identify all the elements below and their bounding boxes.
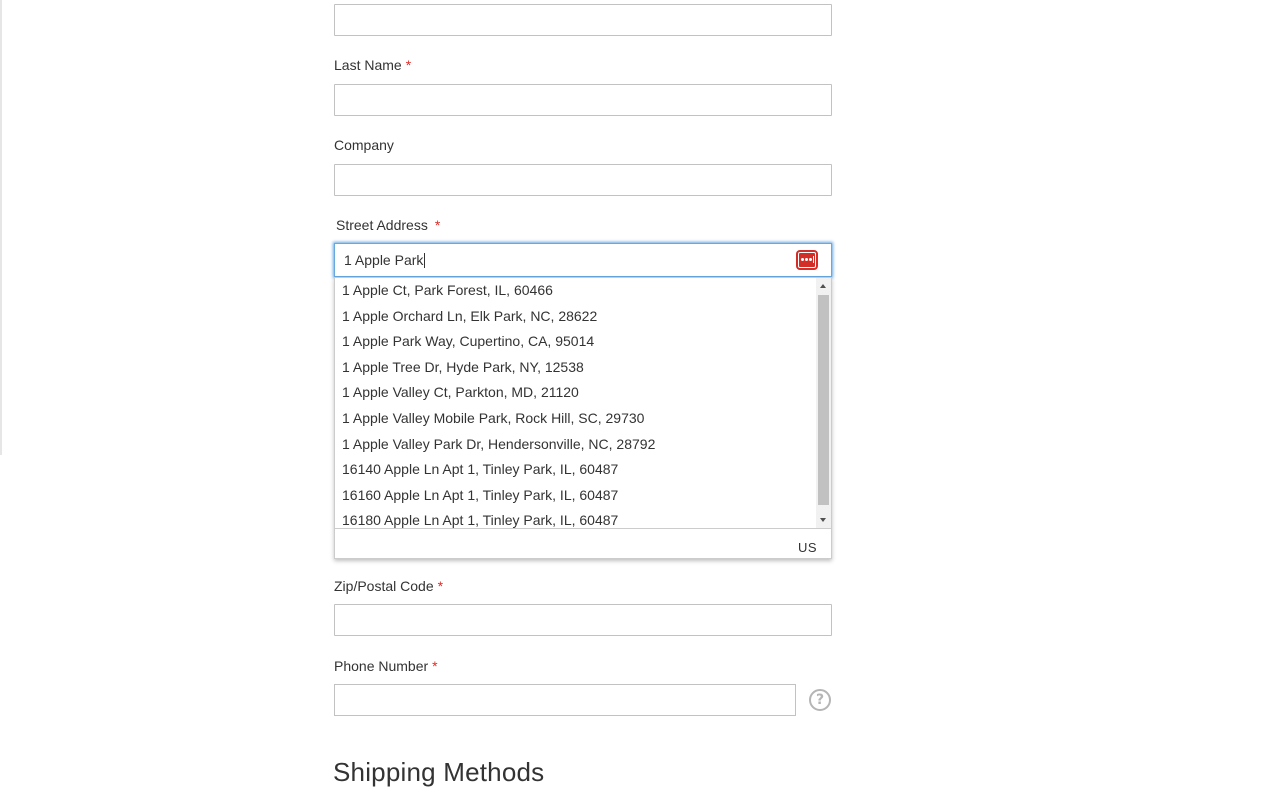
street-address-label: Street Address * (336, 217, 440, 233)
zip-label-text: Zip/Postal Code (334, 578, 434, 594)
address-suggestion[interactable]: 1 Apple Valley Park Dr, Hendersonville, … (335, 432, 817, 458)
autocomplete-footer: US (335, 528, 831, 558)
text-caret (424, 253, 425, 268)
required-asterisk: * (438, 578, 443, 594)
address-suggestion[interactable]: 1 Apple Park Way, Cupertino, CA, 95014 (335, 329, 817, 355)
address-suggestion[interactable]: 16140 Apple Ln Apt 1, Tinley Park, IL, 6… (335, 457, 817, 483)
password-manager-icon-dot (805, 258, 808, 261)
zip-label: Zip/Postal Code* (334, 578, 443, 594)
last-name-label: Last Name* (334, 57, 411, 73)
address-suggestion[interactable]: 1 Apple Valley Mobile Park, Rock Hill, S… (335, 406, 817, 432)
address-suggestion[interactable]: 1 Apple Ct, Park Forest, IL, 60466 (335, 278, 817, 304)
zip-input[interactable] (334, 604, 832, 636)
phone-label-text: Phone Number (334, 658, 428, 674)
scrollbar-thumb[interactable] (818, 295, 829, 505)
scroll-down-arrow-icon[interactable] (816, 512, 831, 528)
phone-input[interactable] (334, 684, 796, 716)
shipping-methods-title: Shipping Methods (333, 757, 544, 788)
last-name-label-text: Last Name (334, 57, 402, 73)
required-asterisk: * (432, 658, 437, 674)
company-input[interactable] (334, 164, 832, 196)
address-suggestion[interactable]: 1 Apple Tree Dr, Hyde Park, NY, 12538 (335, 355, 817, 381)
first-name-input[interactable] (334, 4, 832, 36)
address-autocomplete-dropdown: 1 Apple Ct, Park Forest, IL, 60466 1 App… (334, 277, 832, 559)
street-address-value: 1 Apple Park (344, 252, 423, 268)
last-name-input[interactable] (334, 84, 832, 116)
address-suggestion[interactable]: 1 Apple Valley Ct, Parkton, MD, 21120 (335, 380, 817, 406)
password-manager-icon[interactable] (796, 250, 818, 270)
address-suggestion[interactable]: 1 Apple Orchard Ln, Elk Park, NC, 28622 (335, 304, 817, 330)
required-asterisk: * (435, 217, 440, 233)
checkout-page: Last Name* Company Street Address* 1 App… (0, 0, 1280, 800)
page-left-border (0, 0, 2, 455)
password-manager-icon-dot (801, 258, 804, 261)
help-icon[interactable]: ? (809, 689, 831, 711)
scroll-up-arrow-icon[interactable] (816, 278, 831, 294)
suggestion-scrollbar[interactable] (816, 278, 831, 528)
address-suggestion[interactable]: 16180 Apple Ln Apt 1, Tinley Park, IL, 6… (335, 508, 817, 528)
required-asterisk: * (406, 57, 411, 73)
phone-label: Phone Number* (334, 658, 438, 674)
company-label: Company (334, 137, 394, 153)
password-manager-icon-bar (813, 256, 814, 263)
street-address-input[interactable]: 1 Apple Park (334, 243, 832, 277)
address-suggestion-list: 1 Apple Ct, Park Forest, IL, 60466 1 App… (335, 278, 817, 528)
address-suggestion[interactable]: 16160 Apple Ln Apt 1, Tinley Park, IL, 6… (335, 483, 817, 509)
password-manager-icon-dot (809, 258, 812, 261)
street-address-label-text: Street Address (336, 217, 428, 233)
country-code-label: US (798, 540, 817, 555)
